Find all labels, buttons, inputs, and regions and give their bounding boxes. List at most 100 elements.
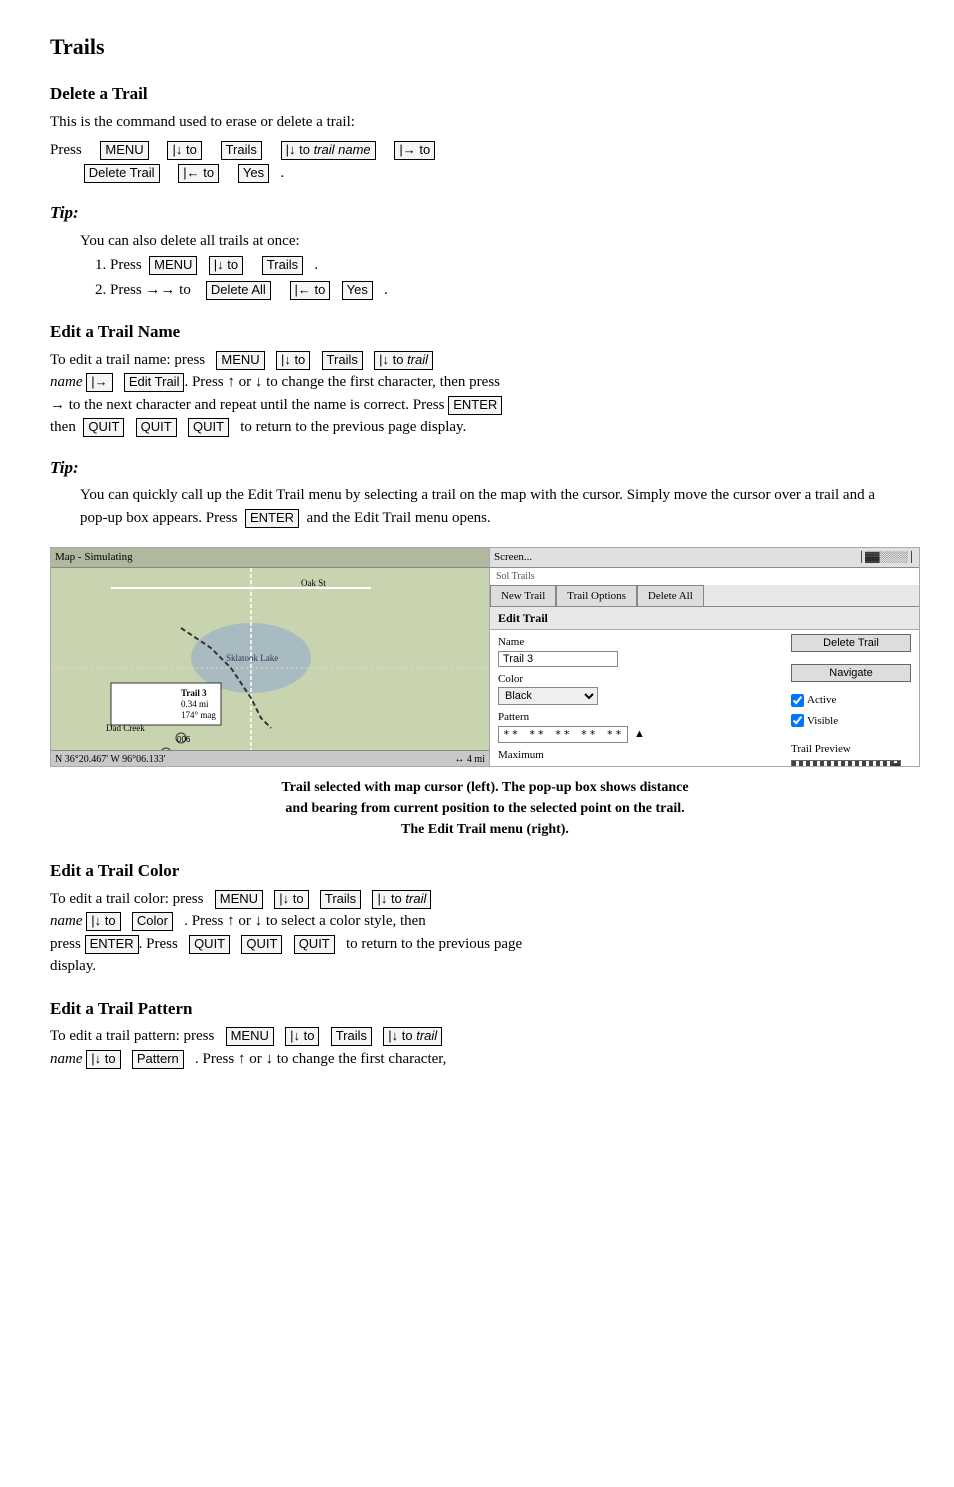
key-right-to-1: | to xyxy=(394,141,435,160)
delete-trail-btn[interactable]: Delete Trail xyxy=(791,634,911,652)
caption: Trail selected with map cursor (left). T… xyxy=(50,777,920,840)
tip-1-label: Tip: xyxy=(50,200,904,226)
trail-preview-dot xyxy=(892,763,900,768)
key-yes-tip1: Yes xyxy=(342,281,373,300)
key-del-trail: Delete Trail xyxy=(84,164,160,183)
breadcrumb: Sol Trails xyxy=(490,568,919,585)
key-down-to-trail: | to trail name xyxy=(281,141,376,160)
key-down-trail-en: | to trail xyxy=(374,351,433,370)
delete-trail-heading: Delete a Trail xyxy=(50,81,904,107)
page-title: Trails xyxy=(50,30,904,63)
map-svg: Sklatook Lake Oak St Trail 3 0.34 mi 174… xyxy=(51,568,490,768)
pattern-label: Pattern xyxy=(498,709,568,726)
key-down-to-ec: | to xyxy=(274,890,308,909)
tab-delete-all[interactable]: Delete All xyxy=(637,585,704,607)
map-title-bar: Map - Simulating xyxy=(51,548,489,568)
key-quit-ec: QUIT xyxy=(189,935,230,954)
key-menu-en: MENU xyxy=(216,351,264,370)
key-trails-tip1: Trails xyxy=(262,256,303,275)
svg-text:174° mag: 174° mag xyxy=(181,710,216,720)
pattern-row: Pattern xyxy=(498,709,781,726)
tab-new-trail[interactable]: New Trail xyxy=(490,585,556,607)
tip-step-2: Press → to Delete All | to Yes . xyxy=(110,279,904,302)
form-right: Delete Trail Navigate Active Visible Tra… xyxy=(791,634,911,767)
visible-label: Visible xyxy=(807,713,838,730)
edit-name-body: To edit a trail name: press MENU | to Tr… xyxy=(50,349,904,439)
color-row: Color xyxy=(498,671,781,688)
key-down-to-ep: | to xyxy=(285,1027,319,1046)
scroll-bar: │▓▓░░░░│ xyxy=(858,550,915,565)
key-left-to-tip1: | to xyxy=(290,281,331,300)
edit-pattern-body: To edit a trail pattern: press MENU | to… xyxy=(50,1025,904,1070)
color-select[interactable]: Black Red Blue xyxy=(498,687,598,705)
tip-1-steps: Press MENU | to Trails . Press → to Dele… xyxy=(110,254,904,301)
visible-checkbox[interactable] xyxy=(791,714,804,727)
edit-color-heading: Edit a Trail Color xyxy=(50,858,904,884)
active-row: Active xyxy=(791,692,911,709)
key-quit2-en: QUIT xyxy=(136,418,177,437)
tip-2-block: You can quickly call up the Edit Trail m… xyxy=(80,484,904,529)
key-menu-ep: MENU xyxy=(226,1027,274,1046)
map-figure: Map - Simulating Sklatook Lake Oak St Tr… xyxy=(50,547,920,767)
key-down-trail-ep: | to trail xyxy=(383,1027,442,1046)
key-quit2-ec: QUIT xyxy=(241,935,282,954)
key-edit-trail-en: Edit Trail xyxy=(124,373,185,392)
key-menu-ec: MENU xyxy=(215,890,263,909)
trail-preview-section: Trail Preview xyxy=(791,737,911,767)
svg-text:Sklatook Lake: Sklatook Lake xyxy=(226,653,278,663)
tip-2-text: You can quickly call up the Edit Trail m… xyxy=(80,484,904,529)
active-label: Active xyxy=(807,692,836,709)
key-down-trail-ec: | to trail xyxy=(372,890,431,909)
svg-text:Dad Creek: Dad Creek xyxy=(106,723,145,733)
screen-header: Screen... │▓▓░░░░│ xyxy=(490,548,919,568)
name-label: Name xyxy=(498,634,568,651)
key-left-to-1: | to xyxy=(178,164,219,183)
pattern-input[interactable] xyxy=(498,726,628,743)
key-pattern-ep: Pattern xyxy=(132,1050,184,1069)
key-trails-ec: Trails xyxy=(320,890,361,909)
map-bottom-bar: N 36°20.467' W 96°06.133' ↔ 4 mi xyxy=(51,750,489,767)
caption-line2: and bearing from current position to the… xyxy=(285,801,684,816)
key-down2-ep: | to xyxy=(86,1050,120,1069)
key-trails-en: Trails xyxy=(322,351,363,370)
trail-preview-label: Trail Preview xyxy=(791,743,851,755)
svg-text:006: 006 xyxy=(177,735,191,744)
key-right-en: | xyxy=(86,373,112,392)
map-coords: N 36°20.467' W 96°06.133' xyxy=(55,752,165,767)
edit-color-body: To edit a trail color: press MENU | to T… xyxy=(50,888,904,978)
trail-preview-bar xyxy=(791,760,901,768)
map-right-panel: Screen... │▓▓░░░░│ Sol Trails New Trail … xyxy=(490,548,919,767)
color-label: Color xyxy=(498,671,568,688)
svg-text:Trail 3: Trail 3 xyxy=(181,688,207,698)
visible-row: Visible xyxy=(791,713,911,730)
tab-trail-options[interactable]: Trail Options xyxy=(556,585,637,607)
edit-name-heading: Edit a Trail Name xyxy=(50,319,904,345)
key-yes: Yes xyxy=(238,164,269,183)
key-quit-en: QUIT xyxy=(83,418,124,437)
max-points-row: Maximum Points xyxy=(498,747,781,768)
name-row: Name xyxy=(498,634,781,651)
key-quit3-en: QUIT xyxy=(188,418,229,437)
name-input[interactable] xyxy=(498,651,618,667)
delete-press-line: Press MENU | to Trails | to trail name |… xyxy=(50,139,904,184)
pattern-indicator: ▲ xyxy=(634,726,645,743)
key-color-ec: Color xyxy=(132,912,173,931)
key-down-to-1: | to xyxy=(167,141,201,160)
key-down-to-tip1: | to xyxy=(209,256,243,275)
tip-2-label: Tip: xyxy=(50,455,904,481)
key-trails: Trails xyxy=(221,141,262,160)
key-quit3-ec: QUIT xyxy=(294,935,335,954)
key-down2-ec: | to xyxy=(86,912,120,931)
navigate-btn[interactable]: Navigate xyxy=(791,664,911,682)
svg-text:0.34 mi: 0.34 mi xyxy=(181,699,209,709)
map-left-panel: Map - Simulating Sklatook Lake Oak St Tr… xyxy=(51,548,490,767)
map-scale-icon: ↔ 4 mi xyxy=(454,752,485,767)
key-enter-tip2: ENTER xyxy=(245,509,299,528)
screen-label: Screen... xyxy=(494,549,532,566)
edit-trail-header: Edit Trail xyxy=(490,607,919,630)
key-enter-ec: ENTER xyxy=(85,935,139,954)
max-points-label: Maximum Points xyxy=(498,747,568,768)
name-input-row xyxy=(498,651,781,667)
color-select-row: Black Red Blue xyxy=(498,687,781,705)
active-checkbox[interactable] xyxy=(791,694,804,707)
